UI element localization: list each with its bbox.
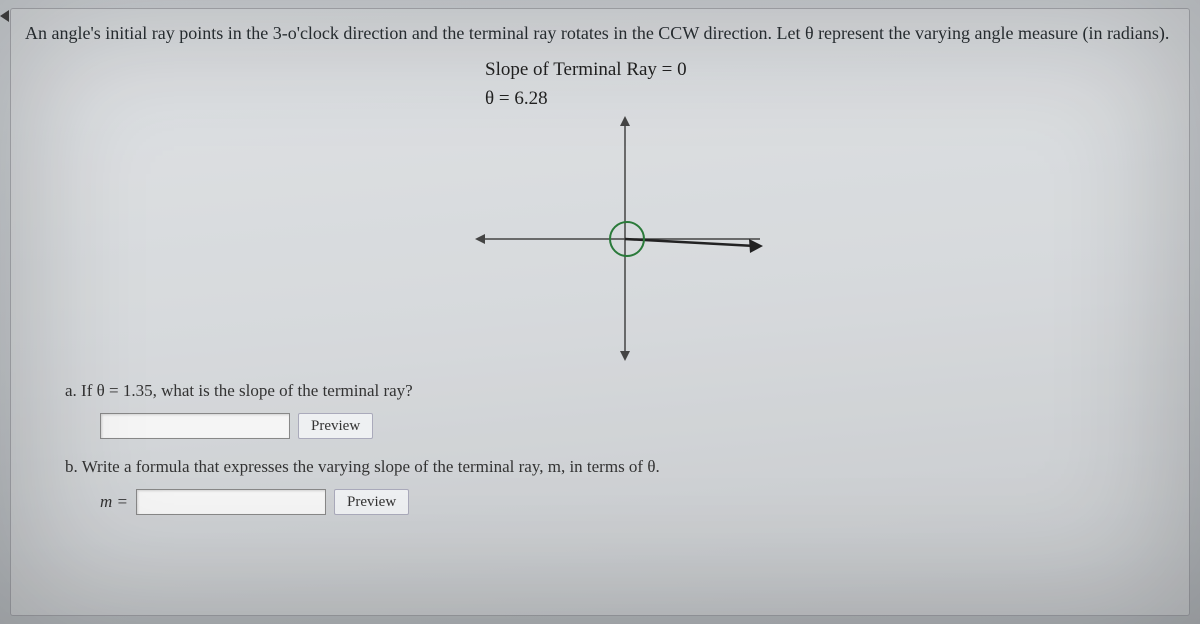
answer-row-b: m = Preview xyxy=(100,489,1175,515)
answer-prefix-b: m = xyxy=(100,492,128,512)
answer-input-b[interactable] xyxy=(136,489,326,515)
problem-container: An angle's initial ray points in the 3-o… xyxy=(10,8,1190,616)
question-a-text: a. If θ = 1.35, what is the slope of the… xyxy=(65,381,1175,401)
diagram-area: Slope of Terminal Ray = 0 θ = 6.28 xyxy=(25,56,1175,376)
left-caret-icon xyxy=(0,10,9,22)
angle-diagram xyxy=(455,111,795,381)
question-b-text: b. Write a formula that expresses the va… xyxy=(65,457,1175,477)
questions-block: a. If θ = 1.35, what is the slope of the… xyxy=(25,381,1175,515)
answer-input-a[interactable] xyxy=(100,413,290,439)
theta-label: θ = 6.28 xyxy=(485,85,687,114)
slope-label: Slope of Terminal Ray = 0 xyxy=(485,56,687,85)
preview-button-b[interactable]: Preview xyxy=(334,489,409,515)
diagram-labels: Slope of Terminal Ray = 0 θ = 6.28 xyxy=(485,56,687,113)
answer-row-a: Preview xyxy=(100,413,1175,439)
preview-button-a[interactable]: Preview xyxy=(298,413,373,439)
problem-statement: An angle's initial ray points in the 3-o… xyxy=(25,21,1175,46)
